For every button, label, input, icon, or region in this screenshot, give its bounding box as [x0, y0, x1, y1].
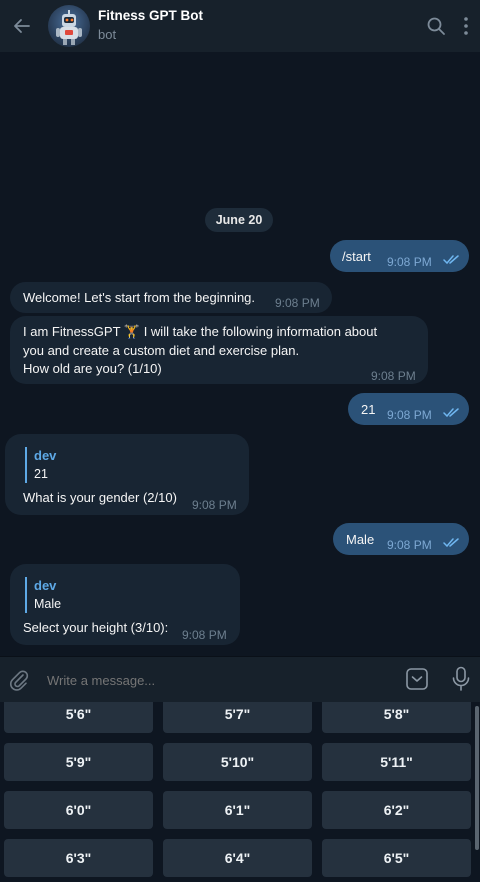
composer	[0, 656, 480, 703]
reply-keyboard: 5'6" 5'7" 5'8" 5'9" 5'10" 5'11" 6'0" 6'1…	[0, 702, 480, 882]
keyboard-button[interactable]: 5'9"	[4, 743, 153, 781]
reply-author: dev	[34, 578, 57, 593]
keyboard-button[interactable]: 6'1"	[163, 791, 312, 829]
message-time: 9:08 PM	[387, 538, 432, 552]
keyboard-button[interactable]: 5'7"	[163, 702, 312, 733]
message-time: 9:08 PM	[387, 408, 432, 422]
keyboard-button[interactable]: 5'10"	[163, 743, 312, 781]
bot-avatar[interactable]	[48, 5, 90, 47]
message-list[interactable]: June 20 /start 9:08 PM Welcome! Let's st…	[0, 52, 480, 656]
robot-avatar-icon	[56, 10, 82, 45]
keyboard-button[interactable]: 6'2"	[322, 791, 471, 829]
date-separator: June 20	[205, 208, 273, 232]
incoming-message[interactable]: I am FitnessGPT 🏋 I will take the follow…	[10, 316, 428, 384]
keyboard-button[interactable]: 5'8"	[322, 702, 471, 733]
outgoing-message[interactable]: /start 9:08 PM	[330, 240, 469, 272]
keyboard-button[interactable]: 6'5"	[322, 839, 471, 877]
message-text: What is your gender (2/10)	[23, 490, 177, 505]
message-time: 9:08 PM	[192, 498, 237, 512]
incoming-message[interactable]: dev 21 What is your gender (2/10) 9:08 P…	[5, 434, 249, 515]
message-line-2: you and create a custom diet and exercis…	[23, 343, 300, 358]
keyboard-button[interactable]: 6'0"	[4, 791, 153, 829]
attach-icon[interactable]	[8, 669, 30, 691]
chat-header: Fitness GPT Bot bot	[0, 0, 480, 52]
message-input[interactable]	[40, 665, 389, 695]
outgoing-message[interactable]: 21 9:08 PM	[348, 393, 469, 425]
message-text: 21	[361, 402, 376, 417]
keyboard-scrollbar[interactable]	[475, 706, 479, 850]
keyboard-button[interactable]: 6'4"	[163, 839, 312, 877]
chat-subtitle: bot	[98, 27, 117, 42]
microphone-icon[interactable]	[451, 666, 471, 692]
read-check-icon	[443, 255, 459, 265]
back-arrow-icon	[14, 19, 30, 33]
keyboard-button[interactable]: 5'11"	[322, 743, 471, 781]
reply-author: dev	[34, 448, 57, 463]
incoming-message[interactable]: dev Male Select your height (3/10): 9:08…	[10, 564, 240, 645]
chat-titles[interactable]: Fitness GPT Bot bot	[98, 7, 203, 45]
message-text: Male	[346, 532, 375, 547]
message-time: 9:08 PM	[182, 628, 227, 642]
chat-title: Fitness GPT Bot	[98, 8, 204, 23]
message-line-3: How old are you? (1/10)	[23, 361, 162, 376]
read-check-icon	[443, 408, 459, 418]
incoming-message[interactable]: Welcome! Let's start from the beginning.…	[10, 282, 332, 313]
reply-quote[interactable]: dev 21	[25, 447, 94, 483]
message-text: /start	[342, 249, 371, 264]
reply-text: Male	[34, 597, 62, 611]
message-line-1: I am FitnessGPT 🏋 I will take the follow…	[23, 324, 378, 339]
keyboard-button[interactable]: 6'3"	[4, 839, 153, 877]
keyboard-button[interactable]: 5'6"	[4, 702, 153, 733]
read-check-icon	[443, 538, 459, 548]
message-time: 9:08 PM	[275, 296, 320, 310]
back-button[interactable]	[2, 0, 42, 52]
message-time: 9:08 PM	[371, 369, 416, 383]
outgoing-message[interactable]: Male 9:08 PM	[333, 523, 469, 555]
more-vertical-icon[interactable]	[462, 16, 470, 36]
message-text: Select your height (3/10):	[23, 620, 169, 635]
reply-text: 21	[34, 467, 48, 481]
keyboard-toggle-icon[interactable]	[405, 667, 429, 691]
message-time: 9:08 PM	[387, 255, 432, 269]
message-text: Welcome! Let's start from the beginning.	[23, 290, 256, 305]
search-icon[interactable]	[426, 16, 446, 36]
reply-quote[interactable]: dev Male	[25, 577, 94, 613]
